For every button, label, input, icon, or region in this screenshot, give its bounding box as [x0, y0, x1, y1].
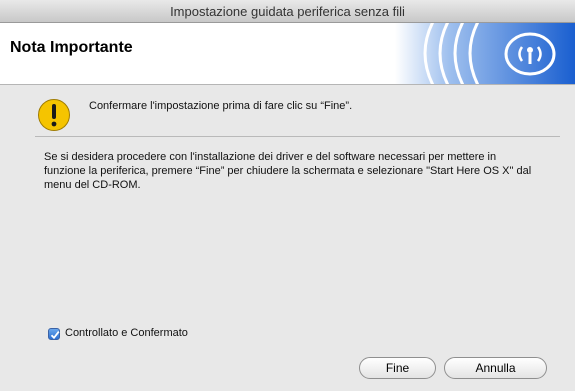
notice-text: Confermare l'impostazione prima di fare …: [89, 100, 353, 112]
divider: [35, 136, 560, 137]
title-bar[interactable]: Impostazione guidata periferica senza fi…: [0, 0, 575, 23]
wireless-logo-icon: [395, 23, 575, 84]
confirm-checkbox[interactable]: [48, 328, 60, 340]
instructions-text: Se si desidera procedere con l'installaz…: [44, 151, 532, 191]
header-banner: Nota Importante: [0, 23, 575, 85]
finish-button[interactable]: Fine: [359, 357, 436, 379]
confirm-checkbox-label[interactable]: Controllato e Confermato: [65, 327, 188, 339]
notice-area: Confermare l'impostazione prima di fare …: [35, 94, 560, 134]
wizard-window: Impostazione guidata periferica senza fi…: [0, 0, 575, 391]
page-title: Nota Importante: [10, 39, 133, 56]
checkmark-icon: [50, 331, 60, 340]
warning-icon: [38, 99, 70, 131]
window-title: Impostazione guidata periferica senza fi…: [170, 4, 405, 19]
cancel-button[interactable]: Annulla: [444, 357, 547, 379]
